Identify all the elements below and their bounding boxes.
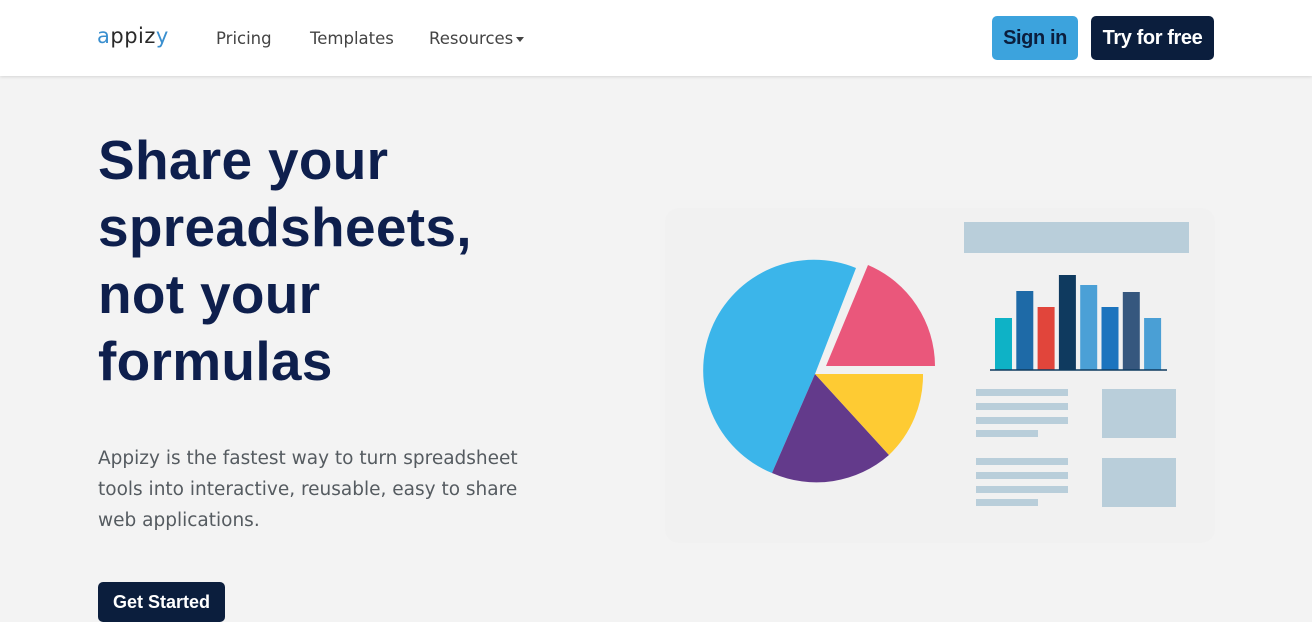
nav-link-pricing[interactable]: Pricing [216,29,272,48]
nav-link-templates[interactable]: Templates [310,29,394,48]
text-line-placeholder [976,486,1068,493]
illustration-bar [1144,318,1162,370]
nav-link-resources[interactable]: Resources [429,29,525,48]
illustration-bar [1122,292,1140,370]
hero-title: Share your spreadsheets, not your formul… [98,127,618,395]
illustration-bar [1080,285,1098,370]
try-for-free-button[interactable]: Try for free [1091,16,1214,60]
hero-description: Appizy is the fastest way to turn spread… [98,448,518,531]
illustration-bar [995,318,1012,370]
header-placeholder-bar [964,222,1189,253]
hero-title-line: formulas [98,330,333,392]
text-line-placeholder [976,499,1038,506]
image-placeholder [1102,458,1176,507]
illustration-bar [1016,291,1034,370]
sign-in-button[interactable]: Sign in [992,16,1078,60]
hero-title-line: spreadsheets, [98,196,472,258]
caret-down-icon [516,37,525,42]
illustration-bar [1058,275,1076,370]
nav-link-resources-label: Resources [429,29,514,48]
illustration-bar [1101,307,1119,370]
text-line-placeholder [976,472,1068,479]
text-line-placeholder [976,389,1068,396]
hero-title-line: not your [98,263,321,325]
chart-dashboard-illustration [665,208,1215,543]
image-placeholder [1102,389,1176,438]
text-line-placeholder [976,430,1038,437]
text-line-placeholder [976,458,1068,465]
illustration-bar [1037,307,1055,370]
get-started-button[interactable]: Get Started [98,582,225,622]
appizy-logo[interactable]: appizy [97,24,169,48]
hero-title-line: Share your [98,129,389,191]
top-navbar: appizy Pricing Templates Resources Sign … [0,0,1312,76]
text-line-placeholder [976,417,1068,424]
text-line-placeholder [976,403,1068,410]
